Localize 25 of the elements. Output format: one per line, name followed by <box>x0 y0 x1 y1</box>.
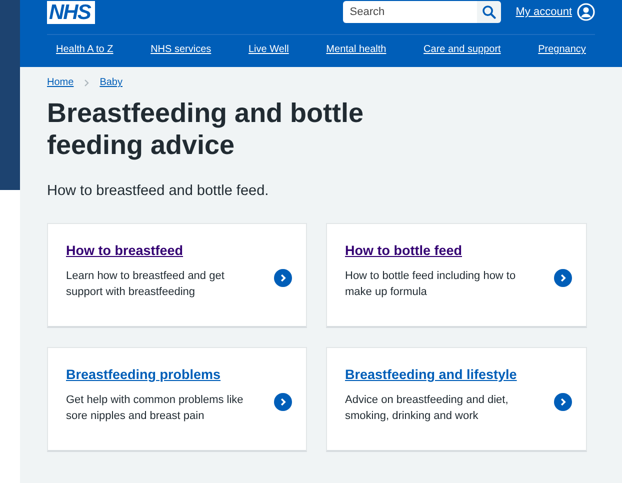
chevron-icon <box>84 78 90 86</box>
lead-text: How to breastfeed and bottle feed. <box>47 183 270 199</box>
nav-link[interactable]: Mental health <box>326 44 386 55</box>
nav-link[interactable]: Health A to Z <box>56 44 114 55</box>
breadcrumb-link[interactable]: Baby <box>100 77 122 88</box>
nav-link[interactable]: NHS services <box>150 44 212 55</box>
nav-link[interactable]: Live Well <box>248 44 289 55</box>
user-icon[interactable] <box>577 3 595 21</box>
card-link[interactable]: Breastfeeding problems <box>66 367 221 382</box>
breadcrumb-link[interactable]: Home <box>47 77 74 88</box>
card-link[interactable]: Breastfeeding and lifestyle <box>345 367 517 382</box>
account-link[interactable]: My account <box>516 6 572 18</box>
card-description: Learn how to breastfeed and get support with breastfeeding <box>66 269 226 300</box>
card-description: Get help with common problems like sore nipples and breast pain <box>66 393 244 424</box>
page-title: Breastfeeding and bottle feeding advice <box>47 97 365 161</box>
nav-link[interactable]: Pregnancy <box>538 44 586 55</box>
search-button[interactable] <box>476 1 501 23</box>
search-icon <box>482 5 496 19</box>
search-field[interactable]: Search <box>342 1 477 23</box>
card-description: How to bottle feed including how to make up formula <box>345 269 517 300</box>
card-link[interactable]: How to breastfeed <box>66 243 184 258</box>
card-description: Advice on breastfeeding and diet, smoking, drinking and work <box>345 393 510 424</box>
card-link[interactable]: How to bottle feed <box>345 243 462 258</box>
nhs-logo[interactable]: NHS <box>47 0 96 24</box>
nav-link[interactable]: Care and support <box>424 44 501 55</box>
